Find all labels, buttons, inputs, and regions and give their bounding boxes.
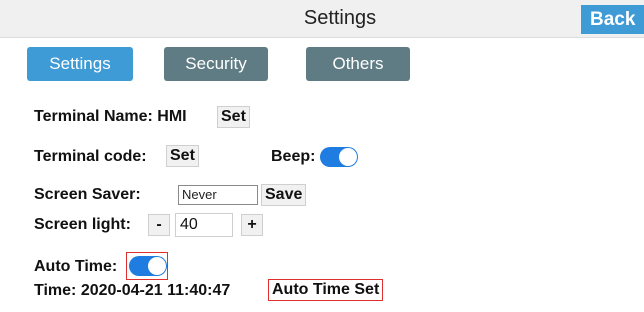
screen-saver-input[interactable]: Never <box>178 185 258 205</box>
back-button[interactable]: Back <box>581 5 644 34</box>
beep-label: Beep: <box>271 148 316 165</box>
auto-time-label: Auto Time: <box>34 258 118 275</box>
screen-light-value-field[interactable]: 40 <box>175 213 233 237</box>
auto-time-set-button[interactable]: Auto Time Set <box>268 279 384 301</box>
screen-light-decrease-button[interactable]: - <box>148 214 170 236</box>
highlight-box-auto-time <box>126 252 168 280</box>
terminal-code-set-button[interactable]: Set <box>166 145 199 167</box>
tab-others[interactable]: Others <box>306 47 410 81</box>
terminal-name-label: Terminal Name: HMI <box>34 108 187 125</box>
screen-saver-save-button[interactable]: Save <box>261 184 307 206</box>
time-label: Time: 2020-04-21 11:40:47 <box>34 282 231 299</box>
header-bar: Settings Back <box>0 0 644 38</box>
screen-saver-label: Screen Saver: <box>34 186 141 203</box>
page-title: Settings <box>303 7 377 29</box>
toggle-knob <box>339 148 357 166</box>
tab-security[interactable]: Security <box>164 47 268 81</box>
terminal-code-label: Terminal code: <box>34 148 147 165</box>
beep-toggle[interactable] <box>320 147 358 167</box>
terminal-name-set-button[interactable]: Set <box>217 106 250 128</box>
screen-light-label: Screen light: <box>34 216 131 233</box>
screen-light-increase-button[interactable]: + <box>241 214 263 236</box>
tab-settings[interactable]: Settings <box>27 47 133 81</box>
